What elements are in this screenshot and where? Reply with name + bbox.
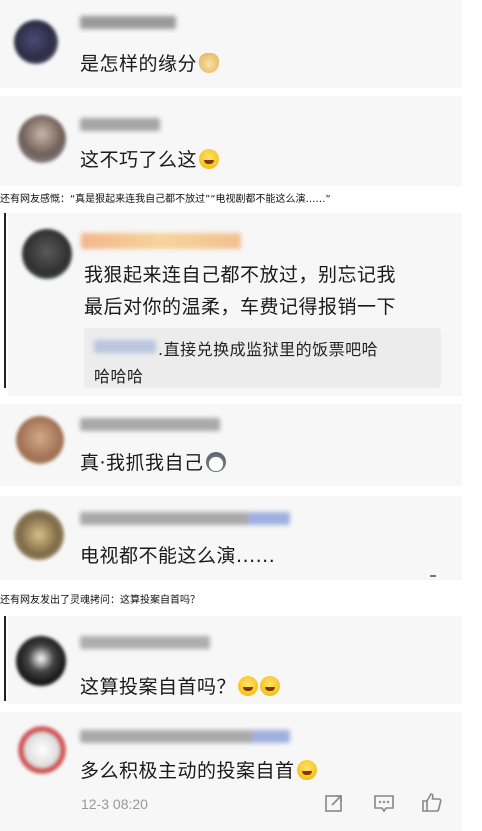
username-blurred[interactable]: [80, 118, 160, 131]
quote-text-line: .直接兑换成监狱里的饭票吧哈: [158, 340, 379, 359]
article-caption: 还有网友感慨：“真是狠起来连我自己都不放过”“电视剧都不能这么演……”: [0, 194, 331, 205]
comment-card: 这算投案自首吗？: [8, 616, 462, 704]
avatar[interactable]: [16, 416, 64, 464]
comment-card: 是怎样的缘分: [0, 0, 462, 88]
quoted-reply[interactable]: .直接兑换成监狱里的饭票吧哈 哈哈哈: [84, 328, 441, 388]
comment-text: 是怎样的缘分: [80, 49, 220, 76]
quote-text-line: 哈哈哈: [94, 367, 144, 386]
comment-body: 真·我抓我自己: [80, 452, 204, 474]
comment-card: 电视都不能这么演......: [0, 496, 462, 580]
username-blurred[interactable]: [80, 636, 210, 649]
comment-body: 是怎样的缘分: [80, 53, 198, 75]
comment-text: 真·我抓我自己: [80, 448, 226, 475]
username-blurred: [94, 340, 156, 353]
avatar[interactable]: [22, 229, 72, 279]
share-icon[interactable]: [323, 792, 345, 814]
comment-text-line: 我狠起来连自己都不放过，别忘记我: [84, 264, 397, 286]
doge-emoji-icon: [199, 53, 220, 73]
comment-card: 真·我抓我自己: [0, 404, 462, 486]
comment-card: 这不巧了么这: [0, 96, 462, 186]
quote-bar: [4, 616, 6, 701]
laugh-emoji-icon: [296, 760, 317, 780]
comment-icon[interactable]: [373, 792, 395, 814]
comment-text: 电视都不能这么演......: [80, 545, 276, 567]
divider-mark: [430, 575, 436, 577]
avatar[interactable]: [18, 115, 66, 163]
username-blurred[interactable]: [80, 512, 290, 525]
comment-card: 我狠起来连自己都不放过，别忘记我 最后对你的温柔，车费记得报销一下 .直接兑换成…: [8, 213, 462, 396]
like-icon[interactable]: [421, 791, 443, 813]
avatar[interactable]: [14, 20, 58, 64]
comment-text: 这算投案自首吗？: [80, 672, 281, 699]
article-caption: 还有网友发出了灵魂拷问：这算投案自首吗？: [0, 595, 200, 606]
username-blurred[interactable]: [80, 730, 290, 743]
username-blurred[interactable]: [80, 418, 220, 431]
comment-text-line: 最后对你的温柔，车费记得报销一下: [84, 296, 397, 318]
avatar[interactable]: [16, 636, 66, 686]
comment-text: 多么积极主动的投案自首: [80, 756, 317, 783]
comment-text: 这不巧了么这: [80, 145, 220, 172]
laugh-cry-emoji-icon: [238, 676, 259, 696]
avatar[interactable]: [14, 510, 64, 560]
comment-body: 这算投案自首吗？: [80, 676, 237, 698]
quote-bar: [4, 213, 6, 388]
comment-body: 多么积极主动的投案自首: [80, 760, 295, 782]
laugh-emoji-icon: [199, 149, 220, 169]
username-blurred[interactable]: [81, 233, 241, 249]
avatar[interactable]: [18, 726, 66, 774]
comment-date: 12-3 08:20: [81, 796, 148, 812]
username-blurred[interactable]: [80, 16, 176, 29]
comment-body: 这不巧了么这: [80, 149, 198, 171]
comment-card: 多么积极主动的投案自首 12-3 08:20: [0, 712, 462, 831]
husky-emoji-icon: [205, 452, 226, 472]
laugh-cry-emoji-icon: [260, 676, 281, 696]
